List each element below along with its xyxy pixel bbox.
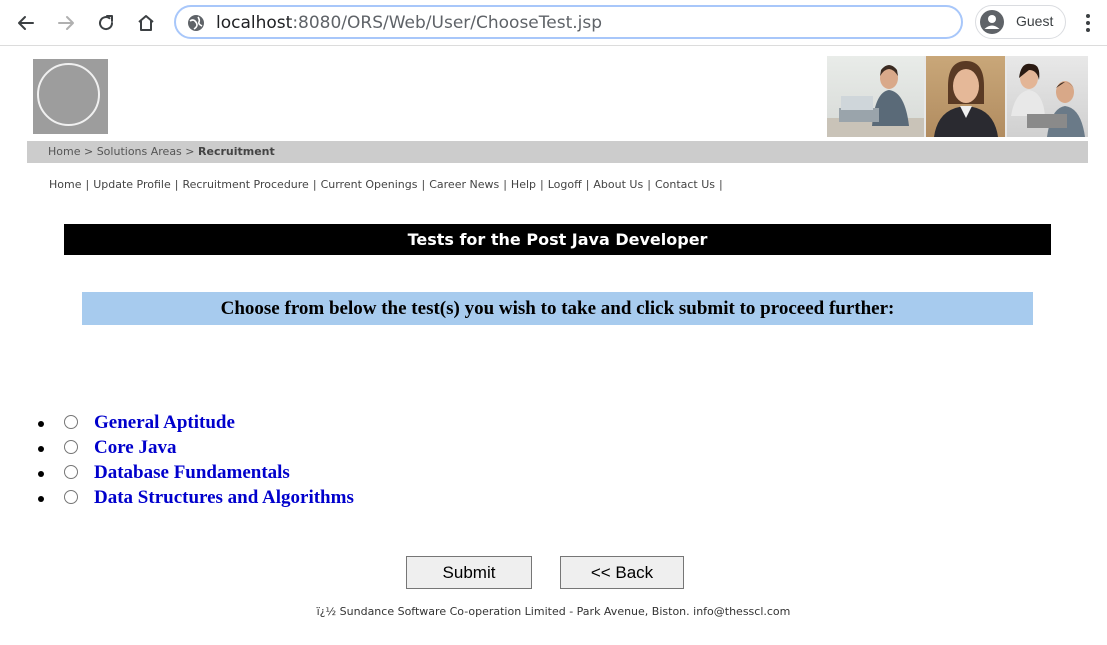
menu-item-contact-us[interactable]: Contact Us [655, 178, 715, 191]
profile-button[interactable]: Guest [975, 5, 1066, 39]
logo-circle-icon [37, 63, 100, 126]
menu-item-recruitment-procedure[interactable]: Recruitment Procedure [182, 178, 308, 191]
bullet-icon [38, 421, 44, 427]
breadcrumb-bar: Home > Solutions Areas > Recruitment [27, 141, 1088, 163]
reload-icon[interactable] [91, 8, 121, 38]
submit-button[interactable]: Submit [406, 556, 532, 589]
menu-separator: | [174, 178, 179, 191]
menu-separator: | [540, 178, 544, 191]
menu-item-update-profile[interactable]: Update Profile [93, 178, 171, 191]
test-label-data-structures[interactable]: Data Structures and Algorithms [94, 487, 354, 509]
menu-item-career-news[interactable]: Career News [429, 178, 499, 191]
breadcrumb-current: Recruitment [198, 145, 275, 158]
address-bar[interactable]: localhost:8080/ORS/Web/User/ChooseTest.j… [174, 5, 963, 39]
test-label-database-fundamentals[interactable]: Database Fundamentals [94, 462, 290, 484]
url-text: localhost:8080/ORS/Web/User/ChooseTest.j… [216, 13, 603, 33]
breadcrumb-separator: > [83, 145, 94, 158]
more-vert-icon[interactable] [1078, 11, 1098, 35]
menu-item-help[interactable]: Help [511, 178, 536, 191]
test-radio-general-aptitude[interactable] [64, 415, 78, 429]
breadcrumb-separator: > [185, 145, 195, 158]
forward-icon[interactable] [51, 8, 81, 38]
test-radio-database-fundamentals[interactable] [64, 465, 78, 479]
menu-separator: | [421, 178, 426, 191]
menu-separator: | [647, 178, 651, 191]
bullet-icon [38, 471, 44, 477]
instruction-text: Choose from below the test(s) you wish t… [82, 292, 1033, 325]
menu-separator: | [85, 178, 90, 191]
menu-item-logoff[interactable]: Logoff [548, 178, 582, 191]
header-banner-image [827, 56, 1088, 137]
menu-separator: | [719, 178, 723, 191]
test-radio-core-java[interactable] [64, 440, 78, 454]
test-radio-data-structures[interactable] [64, 490, 78, 504]
menu-item-current-openings[interactable]: Current Openings [321, 178, 418, 191]
profile-label: Guest [1016, 13, 1054, 29]
test-label-general-aptitude[interactable]: General Aptitude [94, 412, 235, 434]
site-logo [33, 59, 108, 134]
footer-text: ï¿½ Sundance Software Co-operation Limit… [316, 605, 791, 618]
test-label-core-java[interactable]: Core Java [94, 437, 177, 459]
banner-photo-1 [827, 56, 924, 137]
avatar-icon [980, 10, 1004, 39]
globe-icon [187, 14, 205, 37]
banner-photo-3 [1007, 56, 1088, 137]
home-icon[interactable] [131, 8, 161, 38]
banner-photo-2 [926, 56, 1005, 137]
menu-item-home[interactable]: Home [49, 178, 81, 191]
breadcrumb-home[interactable]: Home [48, 145, 80, 158]
top-nav-menu: Home | Update Profile | Recruitment Procedur… [49, 178, 727, 191]
menu-separator: | [312, 178, 317, 191]
menu-item-about-us[interactable]: About Us [593, 178, 643, 191]
menu-separator: | [503, 178, 507, 191]
bullet-icon [38, 446, 44, 452]
back-button[interactable]: << Back [560, 556, 684, 589]
browser-toolbar: localhost:8080/ORS/Web/User/ChooseTest.j… [0, 0, 1107, 46]
page-title: Tests for the Post Java Developer [64, 224, 1051, 255]
breadcrumb-solutions[interactable]: Solutions Areas [97, 145, 182, 158]
breadcrumb: Home > Solutions Areas > Recruitment [48, 145, 275, 158]
bullet-icon [38, 496, 44, 502]
menu-separator: | [585, 178, 590, 191]
back-icon[interactable] [11, 8, 41, 38]
